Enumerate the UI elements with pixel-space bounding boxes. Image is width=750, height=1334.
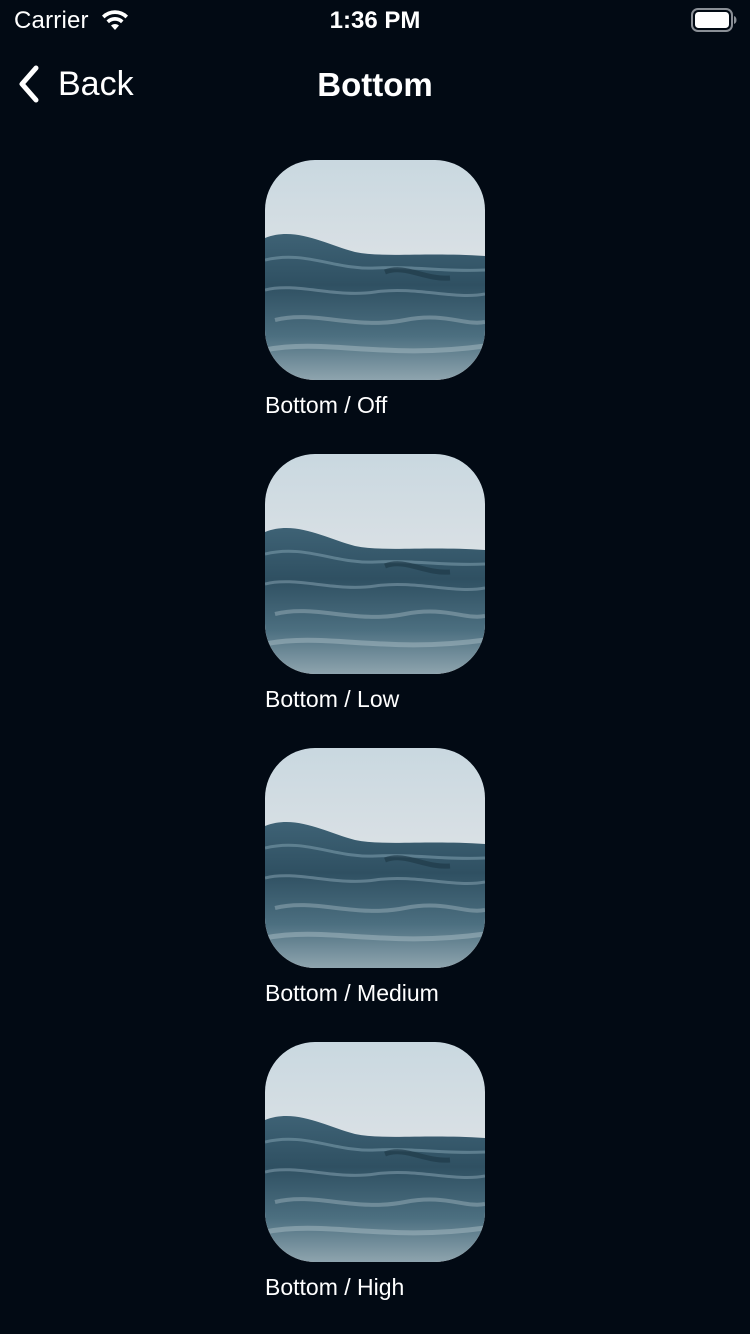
item-label: Bottom / Medium [265,980,439,1006]
status-bar: Carrier 1:36 PM [0,0,750,40]
navigation-bar: Back Bottom [0,44,750,124]
item-label: Bottom / Low [265,686,400,712]
list-item[interactable]: Bottom / Low [265,454,485,713]
item-label: Bottom / Off [265,392,388,418]
ocean-image [265,1042,485,1262]
battery-icon [691,8,737,32]
status-time: 1:36 PM [329,7,421,34]
page-title: Bottom [317,66,433,103]
ocean-image [265,748,485,968]
ocean-image [265,454,485,674]
item-label: Bottom / High [265,1274,405,1300]
list-item[interactable]: Bottom / Off [265,160,485,419]
list-item[interactable]: Bottom / High [265,1042,485,1301]
ocean-image [265,160,485,380]
list-item[interactable]: Bottom / Medium [265,748,485,1007]
